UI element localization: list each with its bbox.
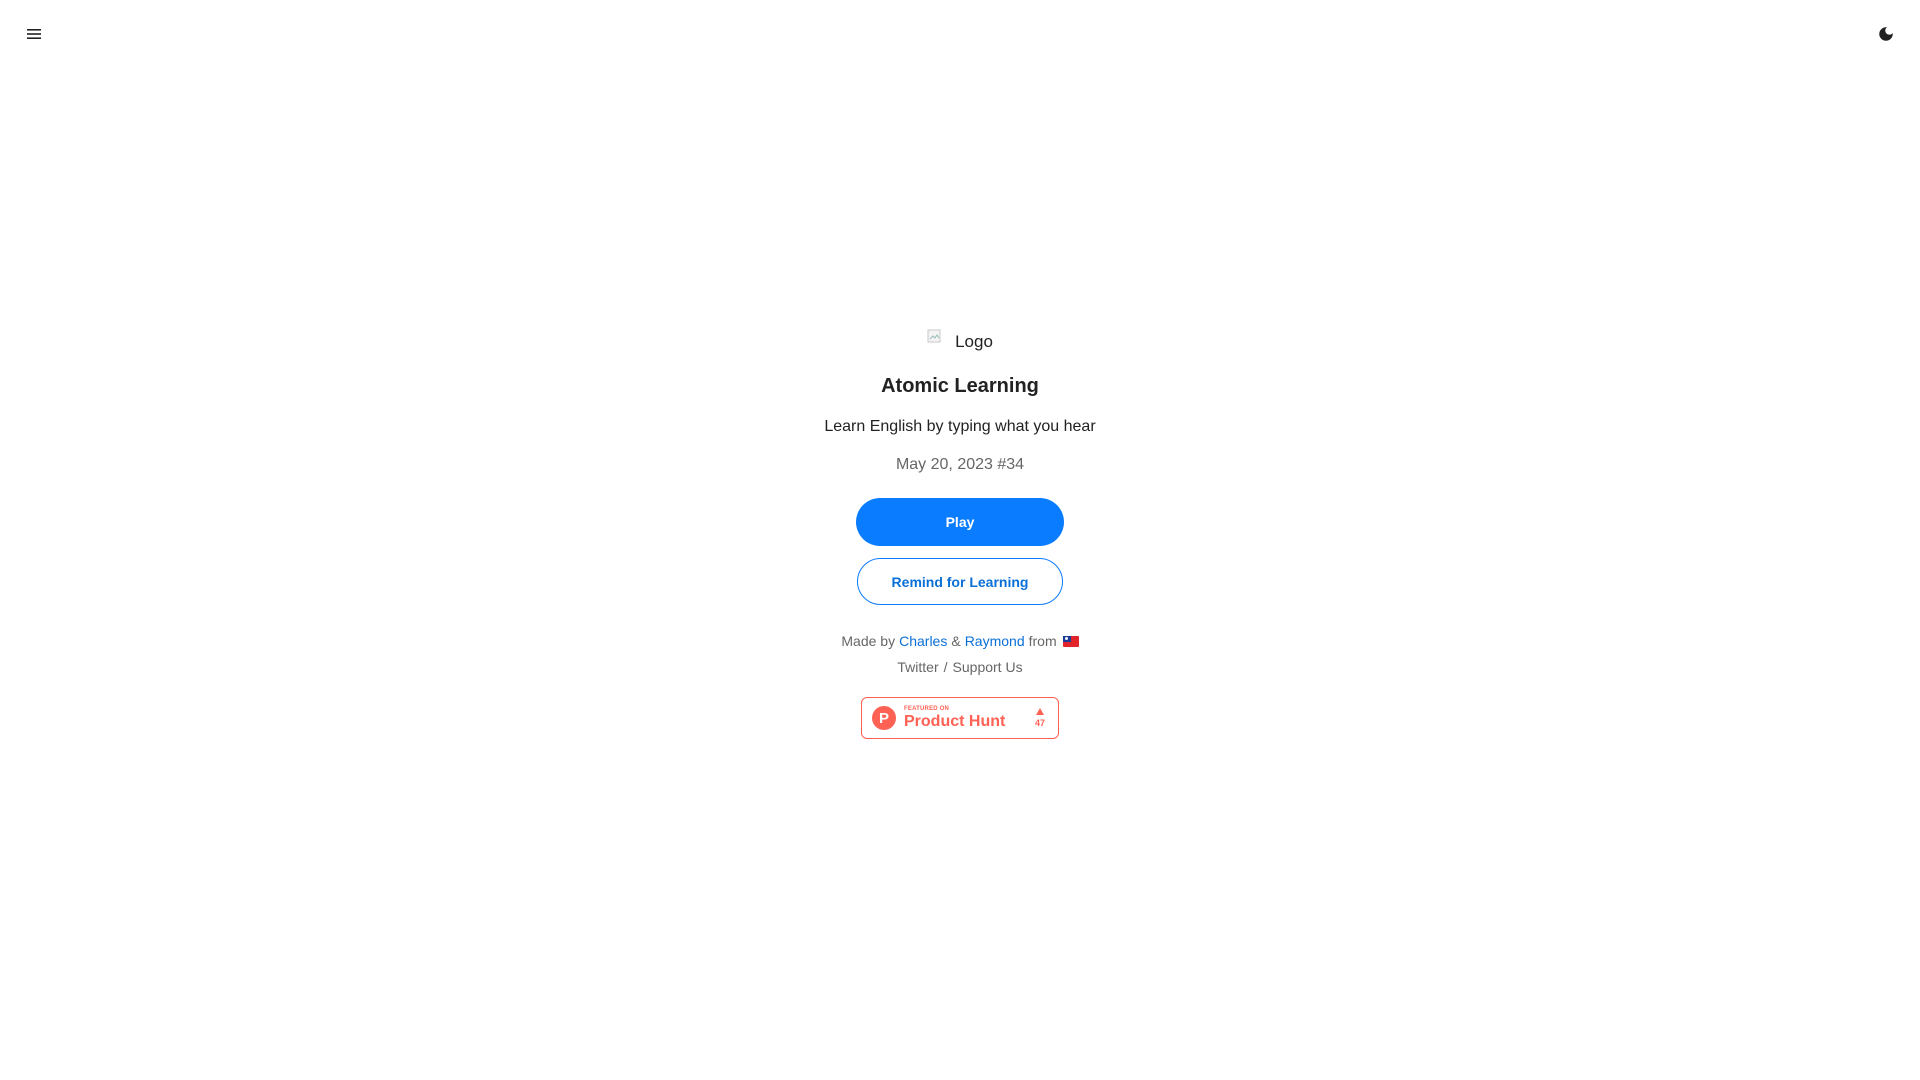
logo-alt-text: Logo (955, 332, 993, 351)
hamburger-menu-icon (27, 29, 41, 39)
link-separator: / (943, 659, 948, 675)
play-button[interactable]: Play (856, 498, 1064, 546)
taiwan-flag-icon (1062, 635, 1079, 647)
logo: Logo (927, 327, 993, 357)
product-hunt-badge[interactable]: P FEATURED ON Product Hunt 47 (861, 697, 1059, 739)
remind-for-learning-button[interactable]: Remind for Learning (857, 558, 1063, 605)
product-hunt-text: FEATURED ON Product Hunt (904, 706, 1032, 731)
upvote-arrow-icon (1036, 708, 1044, 715)
footer-links: Twitter / Support Us (897, 659, 1022, 675)
app-subtitle: Learn English by typing what you hear (824, 418, 1096, 435)
author-link-raymond[interactable]: Raymond (965, 633, 1025, 649)
date-issue: May 20, 2023 #34 (895, 456, 1025, 473)
product-hunt-vote-count: 47 (1034, 718, 1045, 728)
menu-button[interactable] (12, 12, 56, 56)
product-hunt-logo-icon: P (872, 706, 896, 730)
product-hunt-featured-label: FEATURED ON (904, 705, 950, 712)
credits-from: from (1028, 633, 1057, 649)
product-hunt-name: Product Hunt (904, 712, 1006, 730)
app-title: Atomic Learning (881, 375, 1039, 397)
broken-image-icon (927, 329, 941, 343)
theme-toggle-button[interactable] (1864, 12, 1908, 56)
credits: Made by Charles & Raymond from (841, 633, 1079, 649)
credits-ampersand: & (951, 633, 961, 649)
support-us-link[interactable]: Support Us (953, 659, 1023, 675)
product-hunt-votes: 47 (1032, 708, 1048, 728)
author-link-charles[interactable]: Charles (899, 633, 947, 649)
main-content: Logo Atomic Learning Learn English by ty… (0, 327, 1920, 739)
credits-made-by: Made by (841, 633, 896, 649)
twitter-link[interactable]: Twitter (897, 659, 938, 675)
moon-icon (1879, 27, 1893, 41)
